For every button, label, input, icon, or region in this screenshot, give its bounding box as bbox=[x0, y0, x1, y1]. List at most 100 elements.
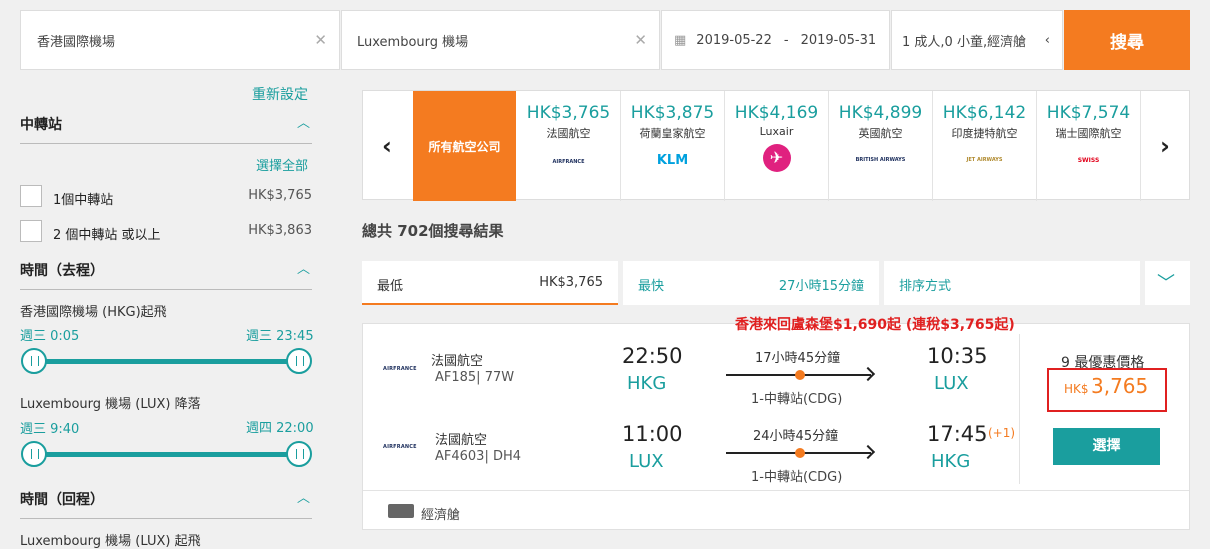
stop-1-checkbox[interactable] bbox=[20, 185, 42, 207]
depart-slider-max-handle[interactable] bbox=[286, 348, 312, 374]
origin-field[interactable]: 香港國際機場 ✕ bbox=[20, 10, 340, 70]
price-currency: HK$ bbox=[1064, 382, 1089, 396]
flight-result-card[interactable]: 香港來回盧森堡$1,690起 (連稅$3,765起) AIRFRANCE 法國航… bbox=[362, 317, 1190, 530]
airline-card[interactable]: HK$3,875 荷蘭皇家航空 KLM bbox=[621, 91, 725, 201]
origin-value: 香港國際機場 bbox=[37, 34, 116, 50]
return-time-section-title[interactable]: 時間（回程） ︿ bbox=[20, 489, 312, 519]
tab-cheapest[interactable]: 最低 HK$3,765 bbox=[362, 261, 618, 305]
promo-annotation: 香港來回盧森堡$1,690起 (連稅$3,765起) bbox=[735, 317, 1015, 333]
depart-airport-label: 香港國際機場 (HKG)起飛 bbox=[20, 305, 167, 320]
airline-name: Luxair bbox=[759, 125, 794, 138]
depart-min-time: 週三 0:05 bbox=[20, 329, 80, 344]
tab-fastest[interactable]: 最快 27小時15分鐘 bbox=[623, 261, 879, 305]
airline-card[interactable]: HK$3,765 法國航空 AIRFRANCE bbox=[517, 91, 621, 201]
return-title-text: 時間（回程） bbox=[20, 492, 104, 508]
date-separator: - bbox=[783, 32, 789, 48]
tab-cheapest-label: 最低 bbox=[377, 279, 404, 294]
arrive-airport-label: Luxembourg 機場 (LUX) 降落 bbox=[20, 397, 201, 412]
seat-icon bbox=[388, 504, 414, 518]
select-button[interactable]: 選擇 bbox=[1053, 428, 1160, 465]
leg2-depart-time: 11:00 bbox=[622, 422, 683, 446]
stop-1-price: HK$3,765 bbox=[248, 188, 312, 203]
leg2-depart-code: LUX bbox=[629, 451, 664, 472]
airline-name: 英國航空 bbox=[858, 127, 903, 140]
return-date: 2019-05-31 bbox=[800, 32, 877, 48]
leg2-stops: 1-中轉站(CDG) bbox=[751, 470, 843, 485]
depart-time-slider-track[interactable] bbox=[34, 359, 298, 364]
chevron-left-icon[interactable]: ‹ bbox=[363, 91, 411, 201]
swiss-logo: SWISS bbox=[1077, 157, 1100, 164]
destination-field[interactable]: Luxembourg 機場 ✕ bbox=[341, 10, 660, 70]
tab-sort[interactable]: 排序方式 bbox=[884, 261, 1140, 305]
return-airport-label: Luxembourg 機場 (LUX) 起飛 bbox=[20, 534, 201, 549]
clear-origin-icon[interactable]: ✕ bbox=[314, 31, 327, 49]
cabin-class: 經濟艙 bbox=[421, 508, 461, 523]
jet-airways-logo: JET AIRWAYS bbox=[966, 157, 1003, 163]
airline-name: 瑞士國際航空 bbox=[1055, 127, 1122, 140]
airline-carousel: ‹ 所有航空公司 HK$3,765 法國航空 AIRFRANCE HK$3,87… bbox=[362, 90, 1190, 201]
passengers-field[interactable]: 1 成人,0 小童,經濟艙 ‹ bbox=[891, 10, 1063, 70]
stop-2-price: HK$3,863 bbox=[248, 223, 312, 238]
leg2-arrive-time: 17:45 bbox=[927, 422, 988, 446]
select-all-link[interactable]: 選擇全部 bbox=[256, 155, 308, 174]
airline-name: 荷蘭皇家航空 bbox=[639, 127, 706, 140]
clear-destination-icon[interactable]: ✕ bbox=[634, 31, 647, 49]
leg1-arrive-code: LUX bbox=[934, 373, 969, 394]
reset-filters-link[interactable]: 重新設定 bbox=[252, 84, 308, 104]
chevron-left-icon: ‹ bbox=[1044, 32, 1050, 48]
leg1-depart-code: HKG bbox=[627, 373, 667, 394]
airline-price: HK$4,899 bbox=[838, 103, 923, 123]
airline-price: HK$7,574 bbox=[1046, 103, 1131, 123]
arrive-slider-min-handle[interactable] bbox=[21, 441, 47, 467]
outbound-time-section-title[interactable]: 時間（去程） ︿ bbox=[20, 260, 312, 290]
airline-name: 印度捷特航空 bbox=[951, 127, 1018, 140]
chevron-right-icon[interactable]: › bbox=[1141, 91, 1189, 201]
airline-card[interactable]: HK$7,574 瑞士國際航空 SWISS bbox=[1037, 91, 1141, 201]
arrive-time-slider-track[interactable] bbox=[34, 452, 298, 457]
leg2-flight-number: AF4603| DH4 bbox=[435, 449, 522, 464]
outbound-title-text: 時間（去程） bbox=[20, 263, 104, 279]
stop-2-checkbox[interactable] bbox=[20, 220, 42, 242]
stops-section-title[interactable]: 中轉站 ︿ bbox=[20, 114, 312, 144]
destination-value: Luxembourg 機場 bbox=[357, 34, 469, 50]
depart-slider-min-handle[interactable] bbox=[21, 348, 47, 374]
leg2-duration: 24小時45分鐘 bbox=[753, 429, 839, 444]
tab-fastest-value: 27小時15分鐘 bbox=[778, 279, 864, 294]
airline-card[interactable]: HK$4,899 英國航空 BRITISH AIRWAYS bbox=[829, 91, 933, 201]
stop-2-label: 2 個中轉站 或以上 bbox=[53, 228, 161, 243]
leg1-duration: 17小時45分鐘 bbox=[755, 351, 841, 366]
tab-fastest-label: 最快 bbox=[638, 279, 665, 294]
leg1-airline: 法國航空 bbox=[431, 354, 484, 369]
chevron-up-icon[interactable]: ︿ bbox=[297, 487, 310, 506]
klm-logo: KLM bbox=[656, 153, 689, 168]
card-footer-divider bbox=[363, 490, 1189, 491]
arrive-slider-max-handle[interactable] bbox=[286, 441, 312, 467]
depart-max-time: 週三 23:45 bbox=[246, 329, 314, 344]
chevron-up-icon[interactable]: ︿ bbox=[297, 258, 310, 277]
arrive-min-time: 週三 9:40 bbox=[20, 422, 80, 437]
chevron-up-icon[interactable]: ︿ bbox=[297, 112, 310, 131]
leg1-arrive-time: 10:35 bbox=[927, 344, 988, 368]
sort-dropdown-button[interactable]: ﹀ bbox=[1145, 261, 1190, 305]
stop-1-label: 1個中轉站 bbox=[53, 193, 114, 208]
airline-card[interactable]: HK$4,169 Luxair ✈ bbox=[725, 91, 829, 201]
depart-date: 2019-05-22 bbox=[696, 32, 772, 48]
stops-title-text: 中轉站 bbox=[20, 117, 62, 133]
airline-price: HK$4,169 bbox=[734, 103, 819, 123]
airline-price: HK$3,875 bbox=[630, 103, 715, 123]
price-value: 3,765 bbox=[1091, 374, 1149, 398]
leg1-flight-number: AF185| 77W bbox=[435, 370, 515, 385]
airline-card[interactable]: HK$6,142 印度捷特航空 JET AIRWAYS bbox=[933, 91, 1037, 201]
leg2-day-offset: (+1) bbox=[988, 426, 1016, 440]
search-button[interactable]: 搜尋 bbox=[1064, 10, 1190, 70]
arrive-max-time: 週四 22:00 bbox=[246, 421, 314, 436]
airfrance-logo: AIRFRANCE bbox=[383, 444, 417, 450]
tab-cheapest-value: HK$3,765 bbox=[539, 275, 603, 290]
leg1-stop-dot bbox=[795, 370, 805, 380]
airline-price: HK$3,765 bbox=[526, 103, 611, 123]
all-airlines-tab[interactable]: 所有航空公司 bbox=[413, 91, 516, 201]
date-field[interactable]: ▦ 2019-05-22 - 2019-05-31 bbox=[661, 10, 890, 70]
leg1-stops: 1-中轉站(CDG) bbox=[751, 392, 843, 407]
airline-price: HK$6,142 bbox=[942, 103, 1027, 123]
airfrance-logo: AIRFRANCE bbox=[552, 159, 585, 165]
